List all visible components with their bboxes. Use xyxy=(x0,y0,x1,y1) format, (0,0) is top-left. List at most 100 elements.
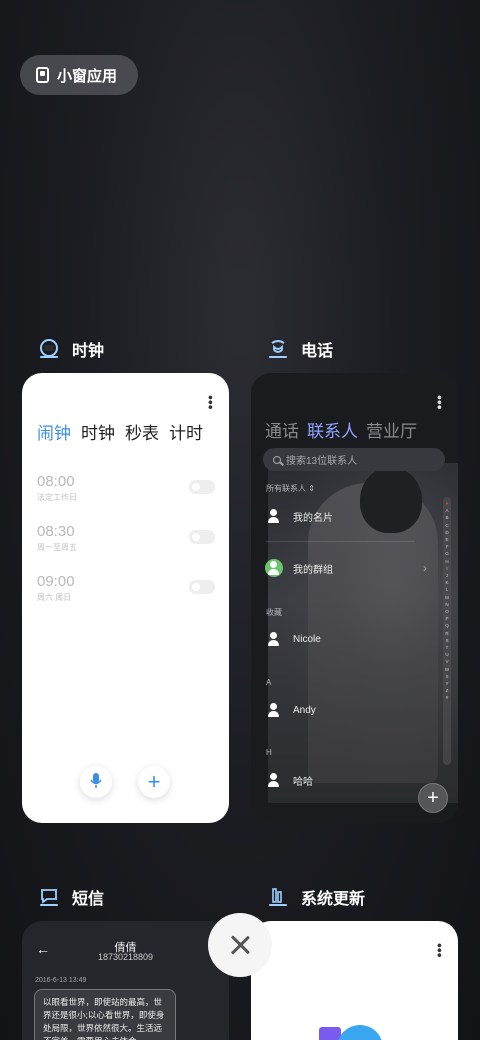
more-options-icon[interactable]: ••• xyxy=(432,943,448,958)
contact-search-input[interactable]: 搜索13位联系人 xyxy=(263,448,445,471)
alarm-toggle[interactable] xyxy=(189,480,215,494)
index-letter[interactable]: P xyxy=(445,615,448,622)
floating-window-label: 小窗应用 xyxy=(57,67,118,85)
contact-item[interactable]: 哈哈 xyxy=(265,771,313,789)
tab-calls[interactable]: 通话 xyxy=(265,417,299,442)
index-letter[interactable]: R xyxy=(445,630,448,637)
alarm-item[interactable]: 08:00 法定工作日 xyxy=(37,473,215,503)
section-header: A xyxy=(266,678,272,687)
index-letter[interactable]: O xyxy=(445,608,449,615)
add-contact-button[interactable]: + xyxy=(418,783,448,813)
index-letter[interactable]: C xyxy=(445,522,448,529)
add-alarm-button[interactable]: + xyxy=(138,766,170,798)
contact-name: Andy xyxy=(293,704,316,716)
index-letter[interactable]: F xyxy=(446,543,449,550)
app-header-system-update: 系统更新 xyxy=(265,884,365,910)
index-letter[interactable]: E xyxy=(445,536,448,543)
contact-item[interactable]: Andy xyxy=(265,701,316,719)
index-letter[interactable]: J xyxy=(446,572,448,579)
index-letter[interactable]: Z xyxy=(446,687,449,694)
app-name: 短信 xyxy=(72,891,105,908)
conversation-number: 18730218809 xyxy=(97,952,154,962)
chevron-right-icon: › xyxy=(423,561,427,575)
app-card-system-update[interactable]: ••• xyxy=(251,921,458,1040)
index-letter[interactable]: A xyxy=(445,507,448,514)
my-card-item[interactable]: 我的名片 xyxy=(265,507,333,525)
tab-service-hall[interactable]: 营业厅 xyxy=(366,417,417,442)
alarm-toggle[interactable] xyxy=(189,580,215,594)
index-letter[interactable]: U xyxy=(445,651,448,658)
index-letter[interactable]: X xyxy=(445,673,448,680)
index-letter[interactable]: B xyxy=(445,514,448,521)
my-groups-item[interactable]: 我的群组 xyxy=(265,559,333,577)
contact-name: 哈哈 xyxy=(293,776,313,788)
index-letter[interactable]: D xyxy=(445,529,448,536)
tab-timer[interactable]: 计时 xyxy=(169,419,203,444)
message-icon xyxy=(36,884,62,910)
app-name: 时钟 xyxy=(72,343,105,360)
favorites-heart-icon[interactable]: ♥ xyxy=(446,500,449,507)
contact-filter[interactable]: 所有联系人 ⇕ xyxy=(266,483,315,494)
alarm-repeat: 周一至周五 xyxy=(37,543,77,552)
system-update-icon xyxy=(265,884,291,910)
index-letter[interactable]: Y xyxy=(445,680,448,687)
search-icon xyxy=(273,455,281,464)
index-letter[interactable]: G xyxy=(445,550,449,557)
app-card-phone[interactable]: ••• 通话 联系人 营业厅 搜索13位联系人 所有联系人 ⇕ 我的名片 我的群… xyxy=(251,373,458,823)
search-placeholder: 搜索13位联系人 xyxy=(286,456,358,467)
message-date: 2016-6-13 13:49 xyxy=(35,977,87,984)
app-header-phone: 电话 xyxy=(265,336,333,362)
person-icon xyxy=(265,701,283,719)
tab-alarm[interactable]: 闹钟 xyxy=(37,419,71,444)
section-header: 收藏 xyxy=(266,608,282,617)
index-letter[interactable]: L xyxy=(446,586,449,593)
app-header-clock: 时钟 xyxy=(36,336,104,362)
app-header-messages: 短信 xyxy=(36,884,104,910)
alarm-item[interactable]: 08:30 周一至周五 xyxy=(37,523,215,553)
divider xyxy=(265,541,415,542)
phone-icon xyxy=(265,336,291,362)
tab-clock[interactable]: 时钟 xyxy=(81,419,115,444)
index-letter[interactable]: H xyxy=(445,558,448,565)
microphone-icon xyxy=(90,769,102,795)
more-options-icon[interactable]: ••• xyxy=(203,395,219,410)
index-letter[interactable]: Q xyxy=(445,622,449,629)
tab-contacts[interactable]: 联系人 xyxy=(307,417,358,442)
contact-name: 我的群组 xyxy=(293,564,333,576)
index-letter[interactable]: V xyxy=(445,658,448,665)
person-icon xyxy=(265,507,283,525)
more-options-icon[interactable]: ••• xyxy=(432,395,448,410)
contact-name: Nicole xyxy=(293,633,321,645)
app-card-clock[interactable]: ••• 闹钟 时钟 秒表 计时 08:00 法定工作日 08:30 周一至周五 … xyxy=(22,373,229,823)
message-bubble[interactable]: 以眼看世界，即使站的最高，世界还是很小;以心看世界，即使身处局限，世界依然很大。… xyxy=(34,989,176,1040)
index-letter[interactable]: M xyxy=(445,594,449,601)
app-card-messages[interactable]: ← 倩倩 18730218809 2016-6-13 13:49 以眼看世界，即… xyxy=(22,921,229,1040)
alarm-item[interactable]: 09:00 周六 周日 xyxy=(37,573,215,603)
person-icon xyxy=(265,771,283,789)
alarm-repeat: 周六 周日 xyxy=(37,593,72,602)
index-letter[interactable]: K xyxy=(445,579,448,586)
update-logo-icon xyxy=(337,1025,383,1040)
index-letter[interactable]: # xyxy=(446,694,449,701)
index-letter[interactable]: I xyxy=(446,565,447,572)
voice-button[interactable] xyxy=(80,766,112,798)
index-letter[interactable]: T xyxy=(446,644,449,651)
contact-item[interactable]: Nicole xyxy=(265,630,321,648)
floating-window-icon xyxy=(36,67,49,83)
close-icon xyxy=(229,934,251,956)
index-letter[interactable]: S xyxy=(445,637,448,644)
alarm-repeat: 法定工作日 xyxy=(37,493,77,502)
index-letter[interactable]: N xyxy=(445,601,448,608)
update-logo-icon xyxy=(319,1027,341,1040)
tab-stopwatch[interactable]: 秒表 xyxy=(125,419,159,444)
close-all-button[interactable] xyxy=(208,913,272,977)
app-name: 系统更新 xyxy=(301,891,366,908)
index-letter[interactable]: W xyxy=(445,666,449,673)
group-icon xyxy=(265,559,283,577)
clock-icon xyxy=(36,336,62,362)
alphabet-index-bar[interactable]: ♥ A B C D E F G H I J K L M N O P Q R S T U V W X Y Z # xyxy=(443,497,451,765)
app-name: 电话 xyxy=(301,343,334,360)
alarm-toggle[interactable] xyxy=(189,530,215,544)
contact-name: 我的名片 xyxy=(293,512,333,524)
floating-window-button[interactable]: 小窗应用 xyxy=(20,55,138,95)
